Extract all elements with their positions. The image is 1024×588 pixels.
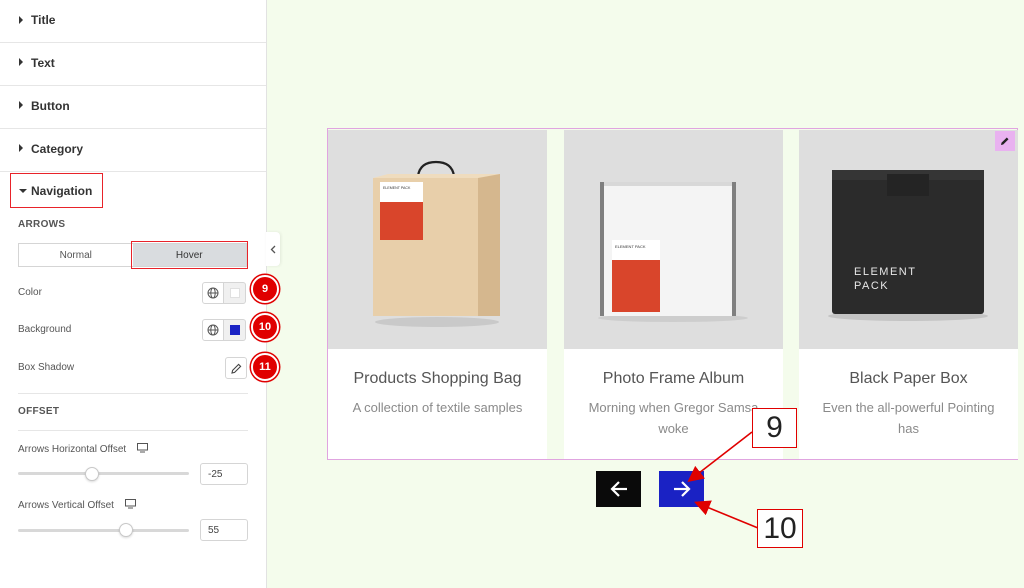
svg-text:PACK: PACK: [854, 280, 889, 292]
svg-text:ELEMENT: ELEMENT: [854, 266, 916, 278]
section-title[interactable]: Title: [0, 0, 266, 43]
prev-arrow-button[interactable]: [596, 471, 641, 507]
box-shadow-edit-button[interactable]: [225, 357, 247, 379]
offset-heading: OFFSET: [18, 406, 60, 417]
v-offset-slider[interactable]: [18, 529, 189, 532]
divider: [18, 430, 248, 431]
h-offset-slider[interactable]: [18, 472, 189, 475]
section-navigation[interactable]: Navigation: [31, 184, 92, 198]
product-description: Morning when Gregor Samsa woke: [588, 400, 759, 436]
color-picker[interactable]: [224, 282, 246, 304]
background-label: Background: [18, 324, 72, 335]
tab-normal[interactable]: Normal: [19, 244, 133, 266]
photo-frame-image: ELEMENT PACK: [564, 130, 783, 349]
black-box-image: ELEMENT PACK: [799, 130, 1018, 349]
h-offset-slider-handle[interactable]: [85, 467, 99, 481]
section-category-label: Category: [31, 142, 84, 156]
product-image: ELEMENT PACK: [564, 130, 783, 349]
product-carousel: ELEMENT PACK Products Shopping Bag A col…: [327, 128, 1018, 460]
widget-edit-handle[interactable]: [995, 131, 1015, 151]
step-badge-11: 11: [251, 353, 279, 381]
color-label: Color: [18, 287, 42, 298]
h-offset-label: Arrows Horizontal Offset: [18, 443, 148, 455]
collapse-panel-button[interactable]: [266, 232, 280, 266]
global-colors-button[interactable]: [202, 282, 224, 304]
product-title[interactable]: Photo Frame Album: [564, 370, 783, 388]
section-button[interactable]: Button: [0, 86, 266, 129]
svg-text:ELEMENT PACK: ELEMENT PACK: [615, 244, 646, 249]
divider: [18, 393, 248, 394]
product-title[interactable]: Black Paper Box: [799, 370, 1018, 388]
settings-panel: Title Text Button Category Navigation AR…: [0, 0, 279, 588]
product-image: ELEMENT PACK: [328, 130, 547, 349]
product-title[interactable]: Products Shopping Bag: [328, 370, 547, 388]
box-shadow-label: Box Shadow: [18, 362, 75, 373]
v-offset-label: Arrows Vertical Offset: [18, 499, 136, 511]
desktop-icon: [136, 443, 148, 453]
globe-icon: [207, 324, 219, 336]
globe-icon: [207, 287, 219, 299]
arrow-right-icon: [673, 481, 691, 497]
section-text-label: Text: [31, 56, 55, 70]
product-image: ELEMENT PACK: [799, 130, 1018, 349]
desktop-icon: [124, 499, 136, 509]
hover-highlight: [131, 241, 248, 269]
global-background-button[interactable]: [202, 319, 224, 341]
callout-10: 10: [757, 509, 803, 548]
section-title-label: Title: [31, 13, 56, 27]
callout-9: 9: [752, 408, 797, 448]
pencil-icon: [1001, 137, 1009, 145]
section-button-label: Button: [31, 99, 70, 113]
section-text[interactable]: Text: [0, 43, 266, 86]
product-card[interactable]: ELEMENT PACK Photo Frame Album Morning w…: [564, 130, 783, 459]
v-offset-input[interactable]: 55: [200, 519, 248, 541]
background-swatch: [229, 325, 240, 335]
color-swatch: [229, 288, 240, 298]
v-offset-slider-handle[interactable]: [119, 523, 133, 537]
product-card[interactable]: ELEMENT PACK Black Paper Box Even the al…: [799, 130, 1018, 459]
arrows-heading: ARROWS: [18, 219, 66, 230]
shopping-bag-image: ELEMENT PACK: [328, 130, 547, 349]
product-card[interactable]: ELEMENT PACK Products Shopping Bag A col…: [328, 130, 547, 459]
section-category[interactable]: Category: [0, 129, 266, 172]
step-badge-9: 9: [251, 275, 279, 303]
product-description: Even the all-powerful Pointing has: [822, 400, 995, 436]
product-description: A collection of textile samples: [352, 400, 523, 415]
arrow-left-icon: [609, 481, 627, 497]
h-offset-input[interactable]: -25: [200, 463, 248, 485]
svg-text:ELEMENT PACK: ELEMENT PACK: [383, 186, 411, 190]
chevron-left-icon: [270, 245, 276, 253]
background-picker[interactable]: [224, 319, 246, 341]
caret-down-icon: [19, 189, 27, 193]
pencil-icon: [230, 363, 241, 374]
step-badge-10: 10: [251, 313, 279, 341]
next-arrow-button[interactable]: [659, 471, 704, 507]
